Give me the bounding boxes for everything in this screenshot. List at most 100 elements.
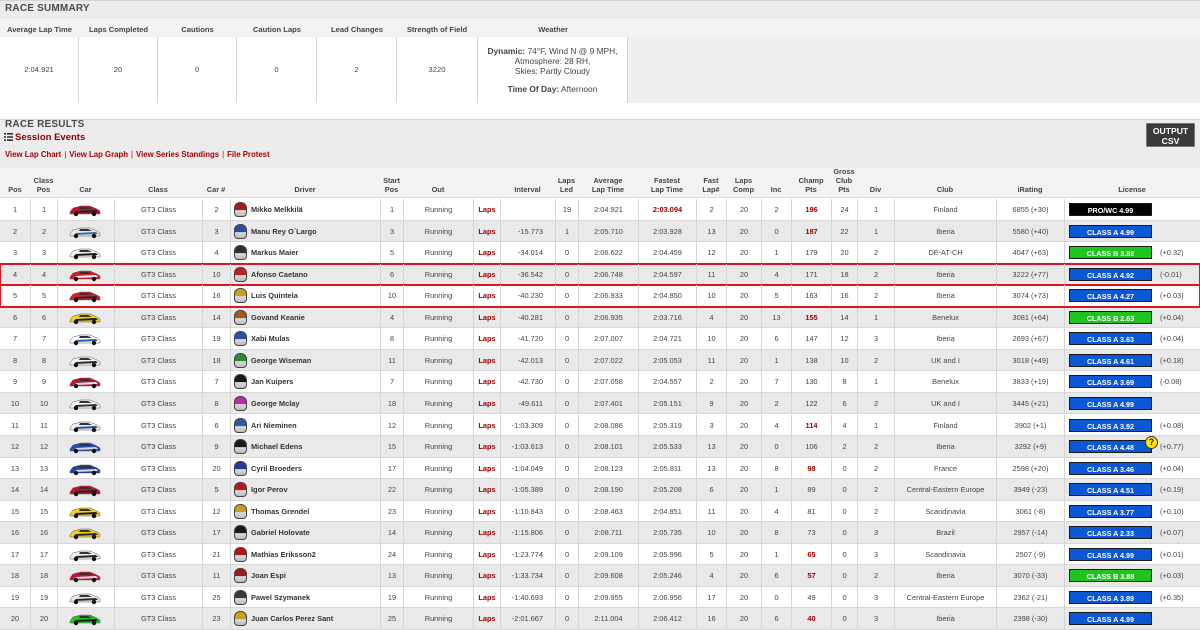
laps-link[interactable]: Laps xyxy=(473,306,500,328)
laps-comp-cell: 20 xyxy=(726,328,761,350)
laps-link[interactable]: Laps xyxy=(473,220,500,242)
driver-name-link[interactable]: Pawel Szymanek xyxy=(251,587,379,608)
driver-name-link[interactable]: Joan Espi xyxy=(251,565,379,586)
col-class-pos[interactable]: Class Pos xyxy=(30,176,57,194)
col-laps-led[interactable]: Laps Led xyxy=(555,176,578,194)
col-gross-club-pts-line1: Gross xyxy=(833,167,855,176)
driver-name-link[interactable]: Govand Keanie xyxy=(251,307,379,328)
driver-name-link[interactable]: Cyril Broeders xyxy=(251,458,379,479)
col-inc[interactable]: Inc xyxy=(761,185,791,194)
driver-name-link[interactable]: Mathias Eriksson2 xyxy=(251,544,379,565)
laps-link[interactable]: Laps xyxy=(473,436,500,458)
champ-pts-cell: 98 xyxy=(791,457,831,479)
col-irating[interactable]: iRating xyxy=(996,185,1064,194)
driver-name-link[interactable]: Ari Nieminen xyxy=(251,415,379,436)
laps-link[interactable]: Laps xyxy=(473,349,500,371)
average-lap-cell: 2:08.123 xyxy=(578,457,638,479)
class-pos-cell: 5 xyxy=(30,285,57,307)
summary-caution-laps-value: 0 xyxy=(237,37,317,103)
car-icon xyxy=(69,248,101,260)
laps-link[interactable]: Laps xyxy=(473,565,500,587)
interval-cell: -1:15.806 xyxy=(500,522,555,544)
out-cell: Running xyxy=(403,306,473,328)
inc-cell: 8 xyxy=(761,522,791,544)
laps-link[interactable]: Laps xyxy=(473,328,500,350)
help-icon[interactable]: ? xyxy=(1145,436,1158,450)
col-class[interactable]: Class xyxy=(114,185,202,194)
driver-name-link[interactable]: Michael Edens xyxy=(251,436,379,457)
col-fast-lap-num[interactable]: Fast Lap# xyxy=(696,176,726,194)
col-out[interactable]: Out xyxy=(403,185,473,194)
file-protest-link[interactable]: File Protest xyxy=(227,150,269,159)
helmet-icon xyxy=(234,266,247,282)
laps-link[interactable]: Laps xyxy=(473,242,500,264)
laps-link[interactable]: Laps xyxy=(473,414,500,436)
view-lap-graph-link[interactable]: View Lap Graph xyxy=(69,150,128,159)
inc-cell: 1 xyxy=(761,242,791,264)
fastest-lap-cell: 2:05.246 xyxy=(638,565,696,587)
license-badge: CLASS B 3.88 xyxy=(1069,569,1152,583)
driver-name-link[interactable]: Luis Quintela xyxy=(251,285,379,306)
col-average-lap[interactable]: Average Lap Time xyxy=(578,176,638,194)
laps-link[interactable]: Laps xyxy=(473,285,500,307)
col-interval[interactable]: Interval xyxy=(500,185,555,194)
laps-link[interactable]: Laps xyxy=(473,199,500,220)
laps-link[interactable]: Laps xyxy=(473,392,500,414)
fast-lap-num-cell: 9 xyxy=(696,392,726,414)
gross-club-pts-cell: 0 xyxy=(831,479,857,501)
gross-club-pts-cell: 2 xyxy=(831,436,857,458)
view-series-standings-link[interactable]: View Series Standings xyxy=(136,150,219,159)
col-car-number[interactable]: Car # xyxy=(202,185,230,194)
fast-lap-num-cell: 3 xyxy=(696,414,726,436)
col-gross-club-pts[interactable]: Gross Club Pts xyxy=(831,167,857,194)
pos-cell: 18 xyxy=(10,571,20,581)
laps-link[interactable]: Laps xyxy=(473,522,500,544)
class-pos-cell: 10 xyxy=(30,392,57,414)
laps-link[interactable]: Laps xyxy=(473,500,500,522)
col-fastest-lap-line2: Lap Time xyxy=(650,185,684,194)
laps-link[interactable]: Laps xyxy=(473,457,500,479)
driver-name-link[interactable]: Juan Carlos Perez Sant xyxy=(251,608,379,629)
col-laps-comp[interactable]: Laps Comp xyxy=(726,176,761,194)
license-delta: (-0.08) xyxy=(1160,377,1182,387)
col-driver[interactable]: Driver xyxy=(230,185,380,194)
output-csv-button[interactable]: OUTPUT CSV xyxy=(1146,123,1195,147)
laps-link[interactable]: Laps xyxy=(473,608,500,630)
col-start-pos[interactable]: Start Pos xyxy=(380,176,403,194)
laps-link[interactable]: Laps xyxy=(473,263,500,285)
laps-link[interactable]: Laps xyxy=(473,371,500,393)
col-license[interactable]: License xyxy=(1064,185,1200,194)
inc-cell: 6 xyxy=(761,608,791,630)
table-row: 7 7 GT3 Class 19 8 Running Laps -41.720 0 2:07.00… xyxy=(0,328,1200,350)
driver-name-link[interactable]: George Wiseman xyxy=(251,350,379,371)
view-lap-chart-link[interactable]: View Lap Chart xyxy=(5,150,61,159)
driver-name-link[interactable]: Igor Perov xyxy=(251,479,379,500)
driver-name-link[interactable]: Markus Maier xyxy=(251,242,379,263)
laps-link[interactable]: Laps xyxy=(473,479,500,501)
start-pos-cell: 23 xyxy=(380,500,403,522)
driver-name-link[interactable]: Thomas Grendel xyxy=(251,501,379,522)
fastest-lap-cell: 2:04.597 xyxy=(638,263,696,285)
session-events-link[interactable]: Session Events xyxy=(4,132,85,143)
license-delta: (+0.32) xyxy=(1160,248,1184,258)
pos-cell: 2 xyxy=(12,226,18,236)
driver-name-link[interactable]: Mikko Melkkilä xyxy=(251,199,379,220)
col-pos[interactable]: Pos xyxy=(0,185,30,194)
col-champ-pts[interactable]: Champ Pts xyxy=(791,176,831,194)
col-fastest-lap[interactable]: Fastest Lap Time xyxy=(638,176,696,194)
laps-link[interactable]: Laps xyxy=(473,586,500,608)
driver-name-link[interactable]: Manu Rey O´Largo xyxy=(251,221,379,242)
driver-name-link[interactable]: Afonso Caetano xyxy=(251,264,379,285)
col-club[interactable]: Club xyxy=(894,185,996,194)
driver-name-link[interactable]: George Mclay xyxy=(251,393,379,414)
car-number-cell: 14 xyxy=(202,306,230,328)
fast-lap-num-cell: 4 xyxy=(696,306,726,328)
interval-cell: -1:33.734 xyxy=(500,565,555,587)
laps-link[interactable]: Laps xyxy=(473,543,500,565)
col-div[interactable]: Div xyxy=(857,185,894,194)
col-car[interactable]: Car xyxy=(57,185,114,194)
driver-name-link[interactable]: Gabriel Holovate xyxy=(251,522,379,543)
driver-name-link[interactable]: Xabi Mulas xyxy=(251,328,379,349)
laps-led-cell: 0 xyxy=(555,263,578,285)
driver-name-link[interactable]: Jan Kuipers xyxy=(251,371,379,392)
